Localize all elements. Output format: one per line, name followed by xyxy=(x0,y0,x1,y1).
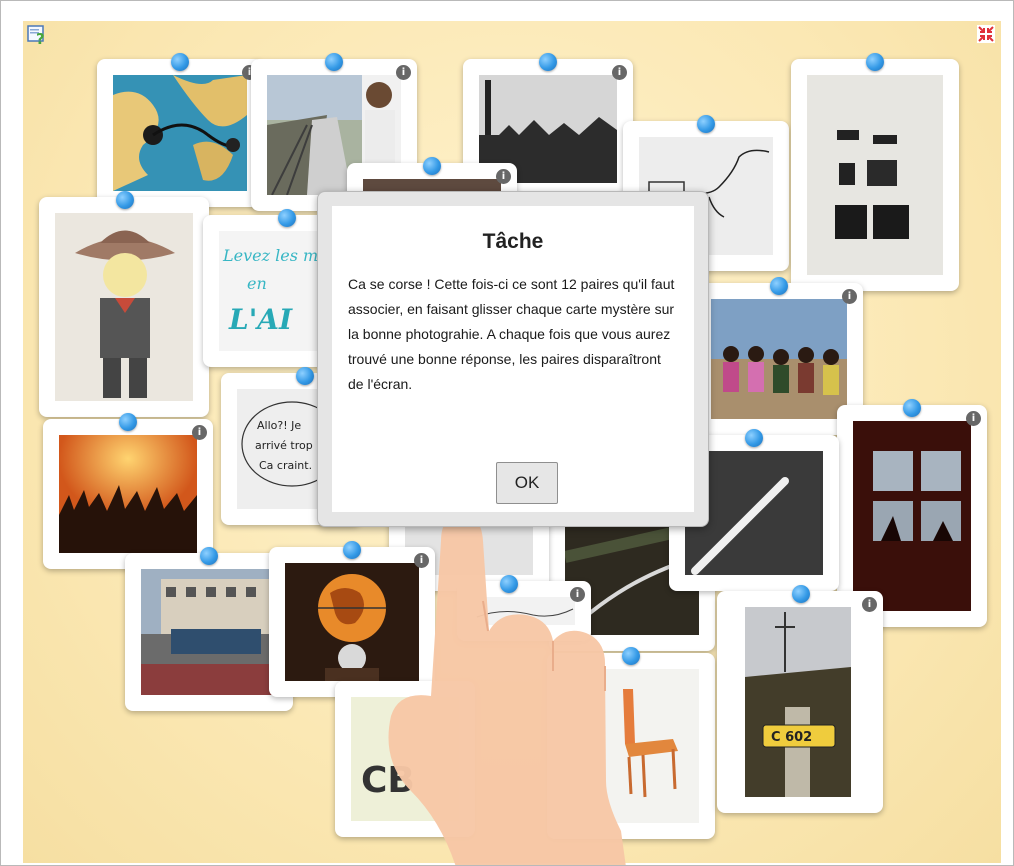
info-icon[interactable]: i xyxy=(192,425,207,440)
pin-icon xyxy=(343,541,361,559)
svg-text:Ca craint.: Ca craint. xyxy=(259,459,312,472)
sign-plate-text: C 602 xyxy=(771,730,812,745)
pin-icon xyxy=(770,277,788,295)
photo-card-black-letters[interactable] xyxy=(791,53,959,291)
svg-text:L'AI: L'AI xyxy=(228,303,293,336)
pin-icon xyxy=(903,399,921,417)
task-dialog-body: Tâche Ca se corse ! Cette fois-ci ce son… xyxy=(332,206,694,512)
info-icon[interactable]: i xyxy=(842,289,857,304)
fullscreen-exit-icon[interactable] xyxy=(977,25,995,43)
ok-button[interactable]: OK xyxy=(496,462,558,504)
dialog-title: Tâche xyxy=(482,230,544,253)
street-bus-photo xyxy=(141,569,277,695)
info-icon[interactable]: i xyxy=(570,587,585,602)
pin-icon xyxy=(116,191,134,209)
photo-card-globe-lamp[interactable]: i xyxy=(269,541,435,697)
pin-icon xyxy=(171,53,189,71)
photo-card-small-sketch[interactable]: i xyxy=(457,575,591,641)
pin-icon xyxy=(296,367,314,385)
handwriting-air-photo: Levez les m en L'AI xyxy=(219,231,327,351)
small-sketch-photo xyxy=(473,597,575,625)
window-silhouettes-photo xyxy=(853,421,971,611)
svg-text:Levez les m: Levez les m xyxy=(222,246,318,265)
pin-icon xyxy=(200,547,218,565)
info-icon[interactable]: i xyxy=(496,169,511,184)
pin-icon xyxy=(500,575,518,593)
photo-card-chair-drawing[interactable] xyxy=(547,647,715,839)
photo-card-sign-pole[interactable]: C 602 i xyxy=(717,585,883,813)
chair-drawing-photo xyxy=(563,669,699,823)
black-letters-photo xyxy=(807,75,943,275)
photo-card-concert[interactable]: i xyxy=(43,413,213,569)
sign-pole-photo: C 602 xyxy=(745,607,851,797)
pin-icon xyxy=(866,53,884,71)
svg-text:arrivé trop: arrivé trop xyxy=(255,439,313,452)
classroom-photo xyxy=(711,299,847,419)
info-icon[interactable]: i xyxy=(966,411,981,426)
pin-icon xyxy=(697,115,715,133)
pin-icon xyxy=(622,647,640,665)
svg-text:CB: CB xyxy=(361,760,415,801)
help-question-icon[interactable]: ? xyxy=(27,23,49,48)
concert-photo xyxy=(59,435,197,553)
info-icon[interactable]: i xyxy=(396,65,411,80)
svg-text:?: ? xyxy=(36,30,45,45)
pin-icon xyxy=(423,157,441,175)
task-dialog: Tâche Ca se corse ! Cette fois-ci ce son… xyxy=(317,191,709,527)
world-map-photo xyxy=(113,75,247,191)
pin-icon xyxy=(278,209,296,227)
cb-letters-photo: CB xyxy=(351,697,459,821)
pin-icon xyxy=(539,53,557,71)
globe-lamp-photo xyxy=(285,563,419,681)
pin-icon xyxy=(119,413,137,431)
svg-text:en: en xyxy=(247,274,267,293)
cowboy-drawing-photo xyxy=(55,213,193,401)
pin-icon xyxy=(792,585,810,603)
info-icon[interactable]: i xyxy=(414,553,429,568)
photo-card-world-map[interactable]: i xyxy=(97,53,263,207)
photo-card-cowboy-drawing[interactable] xyxy=(39,191,209,417)
activity-frame: ? i i i i Levez les m en L'AI i Allo?! J… xyxy=(0,0,1014,866)
info-icon[interactable]: i xyxy=(612,65,627,80)
photo-card-cb-letters[interactable]: CB xyxy=(335,681,475,837)
pin-icon xyxy=(745,429,763,447)
photo-card-street-bus[interactable] xyxy=(125,547,293,711)
info-icon[interactable]: i xyxy=(862,597,877,612)
pin-icon xyxy=(325,53,343,71)
svg-text:Allo?! Je: Allo?! Je xyxy=(257,419,301,432)
dialog-message: Ca se corse ! Cette fois-ci ce sont 12 p… xyxy=(348,276,675,392)
